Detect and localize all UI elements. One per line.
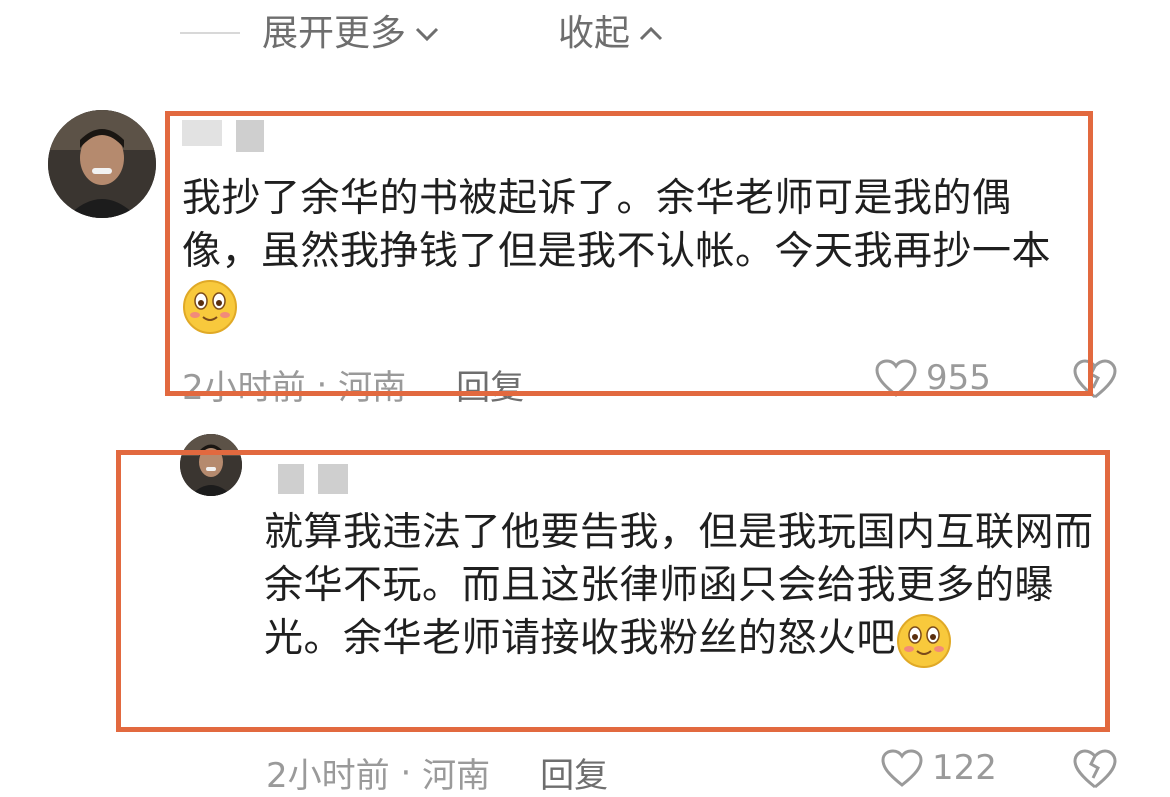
blushing-face-icon bbox=[183, 279, 237, 334]
heart-icon bbox=[875, 359, 917, 397]
username[interactable] bbox=[182, 120, 264, 152]
reply-button[interactable]: 回复 bbox=[456, 360, 524, 409]
expand-more-label: 展开更多 bbox=[262, 13, 407, 54]
comment-time: 2小时前 bbox=[266, 756, 390, 796]
like-count: 122 bbox=[932, 748, 997, 788]
thread-toggle-bar: 展开更多 收起 bbox=[0, 0, 1170, 70]
comment-location: 河南 bbox=[422, 756, 491, 796]
comment-meta: 2小时前 · 河南 回复 bbox=[266, 748, 608, 797]
like-button[interactable]: 122 bbox=[880, 748, 997, 788]
comment-text: 我抄了余华的书被起诉了。余华老师可是我的偶像，虽然我挣钱了但是我不认帐。今天我再… bbox=[182, 172, 1082, 335]
comment-time: 2小时前 bbox=[182, 368, 306, 408]
collapse-label: 收起 bbox=[558, 13, 631, 54]
like-button[interactable]: 955 bbox=[874, 358, 991, 398]
username[interactable] bbox=[278, 464, 348, 494]
reply-button[interactable]: 回复 bbox=[540, 748, 608, 797]
divider-line bbox=[180, 32, 240, 34]
avatar-image bbox=[48, 110, 156, 218]
collapse-button[interactable]: 收起 bbox=[558, 10, 666, 58]
comment-text: 就算我违法了他要告我，但是我玩国内互联网而余华不玩。而且这张律师函只会给我更多的… bbox=[264, 506, 1094, 669]
avatar-image bbox=[180, 434, 242, 496]
blushing-face-icon bbox=[897, 613, 952, 668]
chevron-down-icon bbox=[415, 27, 439, 42]
like-count: 955 bbox=[926, 358, 991, 398]
broken-heart-icon[interactable] bbox=[1072, 748, 1118, 790]
comment-location: 河南 bbox=[338, 368, 407, 408]
heart-icon bbox=[881, 749, 923, 787]
chevron-up-icon bbox=[639, 26, 663, 41]
avatar[interactable] bbox=[48, 110, 156, 218]
expand-more-button[interactable]: 展开更多 bbox=[262, 10, 442, 58]
avatar[interactable] bbox=[180, 434, 242, 496]
broken-heart-icon[interactable] bbox=[1072, 358, 1118, 400]
comment-meta: 2小时前 · 河南 回复 bbox=[182, 360, 524, 409]
